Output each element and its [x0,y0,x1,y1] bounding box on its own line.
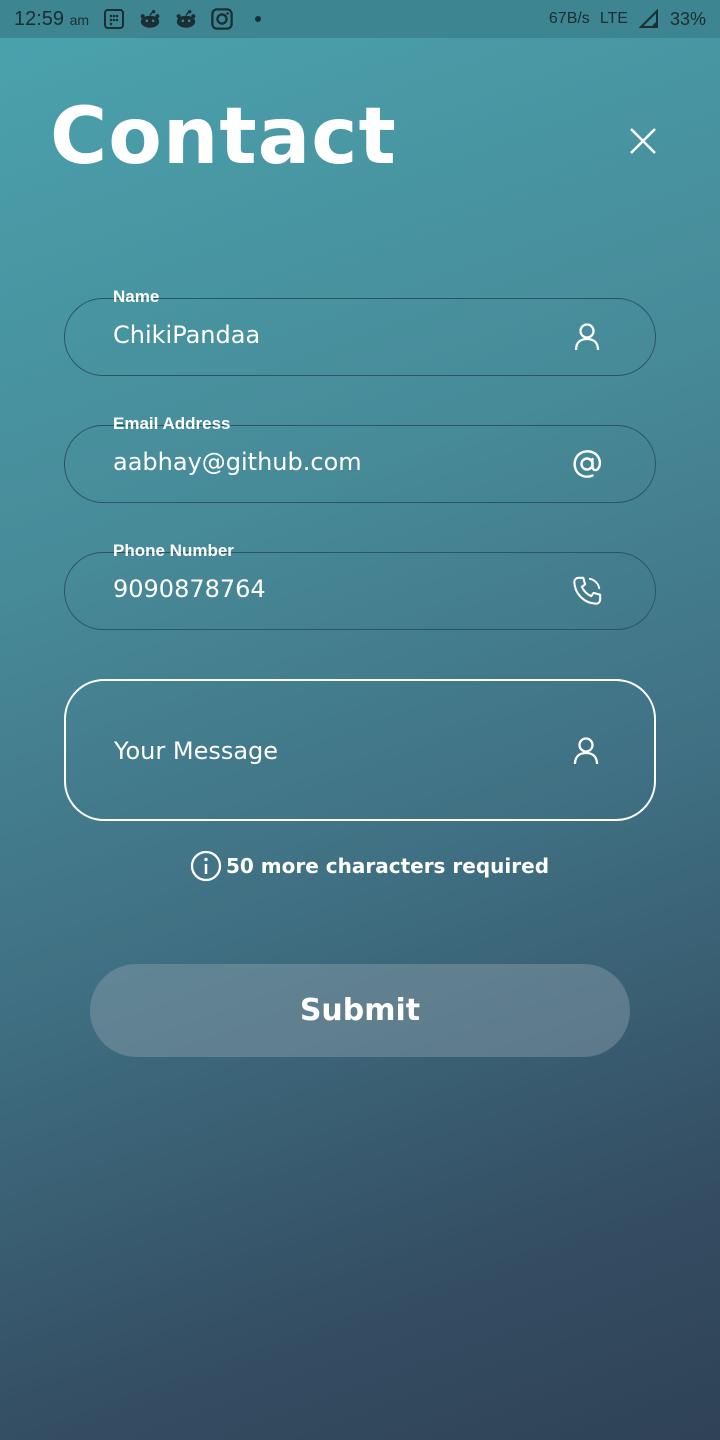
calendar-grid-icon [103,8,125,30]
character-hint: 50 more characters required [190,850,549,882]
hint-text: 50 more characters required [226,854,550,878]
signal-icon [638,8,660,30]
person-icon [570,735,602,767]
network-type: LTE [599,10,628,27]
status-bar: 12:59 am 67B/s LTE 33% [0,0,720,38]
status-right: 67B/s LTE 33% [549,8,706,30]
dot-icon [247,8,269,30]
phone-field[interactable]: Phone Number 9090878764 [64,541,656,630]
instagram-icon [211,8,233,30]
message-field[interactable]: Your Message [64,679,656,821]
reddit-icon [175,8,197,30]
phone-icon [571,575,603,607]
at-icon [571,448,603,480]
person-icon [571,321,603,353]
info-icon [190,850,222,882]
close-icon [629,127,657,160]
close-button[interactable] [620,122,666,164]
email-field[interactable]: Email Address aabhay@github.com [64,414,656,503]
submit-button[interactable]: Submit [90,964,630,1057]
phone-value[interactable]: 9090878764 [113,575,266,603]
status-time: 12:59 am [14,8,89,31]
name-field[interactable]: Name ChikiPandaa [64,287,656,376]
status-left: 12:59 am [14,8,269,31]
status-ampm: am [69,11,90,28]
email-label: Email Address [113,414,231,433]
name-value[interactable]: ChikiPandaa [113,321,260,349]
message-placeholder[interactable]: Your Message [114,737,278,765]
reddit-icon [139,8,161,30]
status-time-value: 12:59 [14,7,65,30]
name-label: Name [113,287,160,306]
battery-level: 33% [669,8,706,29]
email-value[interactable]: aabhay@github.com [113,448,362,476]
network-speed: 67B/s [548,10,590,27]
phone-label: Phone Number [113,541,234,560]
page-title: Contact [50,92,397,182]
